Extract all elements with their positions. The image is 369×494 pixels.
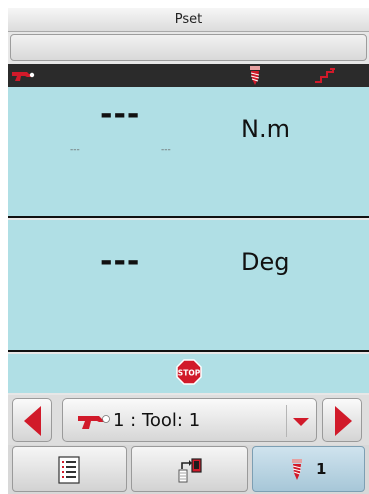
torque-panel: --- N.m --- --- bbox=[8, 87, 369, 218]
arrow-left-icon bbox=[24, 406, 41, 436]
status-strip bbox=[8, 64, 369, 87]
tool-select[interactable]: 1 : Tool: 1 bbox=[62, 398, 317, 442]
step-graph-icon bbox=[315, 68, 335, 83]
angle-unit: Deg bbox=[241, 248, 290, 276]
screw-icon bbox=[250, 66, 260, 85]
torque-unit: N.m bbox=[241, 115, 290, 143]
screw-icon bbox=[292, 459, 302, 480]
tool-select-label: 1 : Tool: 1 bbox=[113, 410, 201, 431]
stop-label: STOP bbox=[178, 369, 201, 378]
torque-value: --- bbox=[100, 97, 141, 132]
tab-results-list[interactable] bbox=[12, 446, 127, 492]
previous-button[interactable] bbox=[12, 398, 52, 442]
transfer-icon bbox=[178, 458, 202, 483]
arrow-right-icon bbox=[335, 406, 352, 436]
sub-header-bar bbox=[10, 34, 367, 61]
torque-min-value: --- bbox=[70, 145, 80, 155]
angle-panel: --- Deg bbox=[8, 220, 369, 352]
stop-sign-icon[interactable]: STOP bbox=[176, 359, 202, 385]
tab-transfer[interactable] bbox=[131, 446, 248, 492]
torque-max-value: --- bbox=[161, 145, 171, 155]
screw-count-value: 1 bbox=[316, 460, 327, 478]
bottom-tab-bar: 1 bbox=[8, 445, 369, 494]
chevron-down-icon[interactable] bbox=[292, 417, 310, 427]
tab-screw-count[interactable]: 1 bbox=[252, 446, 365, 492]
app-frame: Pset --- N.m --- --- --- Deg STOP 1: To… bbox=[8, 8, 369, 494]
angle-value: --- bbox=[100, 244, 141, 279]
window-title: Pset bbox=[8, 8, 369, 32]
tool-nav-row: 1 : Tool: 1 bbox=[8, 395, 369, 445]
next-button[interactable] bbox=[322, 398, 362, 442]
tool-gun-icon bbox=[12, 72, 35, 81]
dropdown-divider bbox=[286, 405, 287, 437]
stop-panel: STOP bbox=[8, 354, 369, 393]
tool-gun-icon bbox=[78, 415, 110, 429]
list-icon bbox=[58, 456, 80, 484]
